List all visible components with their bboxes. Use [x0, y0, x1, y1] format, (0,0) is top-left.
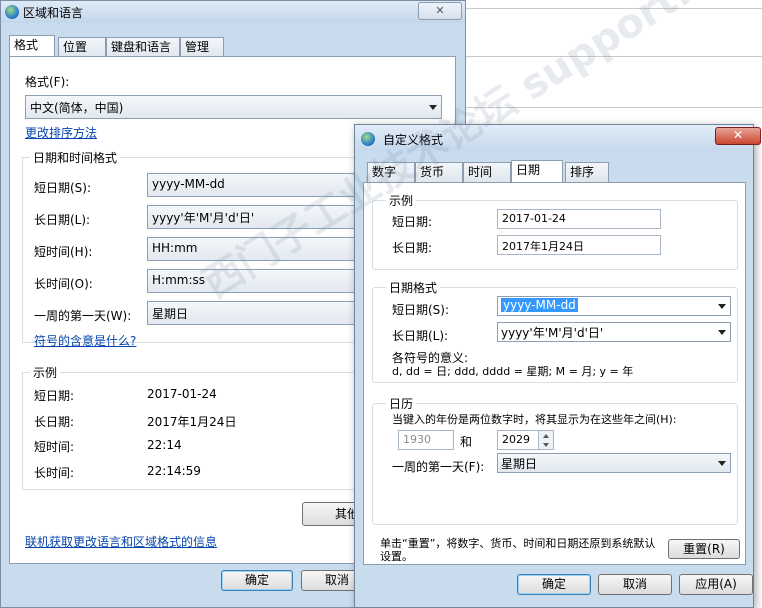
- symbol-meaning-text: d, dd = 日; ddd, dddd = 星期; M = 月; y = 年: [392, 365, 634, 378]
- title-bar: 自定义格式 ✕: [355, 125, 761, 151]
- and-label: 和: [460, 435, 473, 449]
- example-short-date-label: 短日期:: [392, 215, 433, 229]
- tab-location[interactable]: 位置: [58, 37, 106, 57]
- short-date-value: yyyy-MM-dd: [152, 177, 225, 191]
- example-short-date-value: 2017-01-24: [147, 387, 217, 401]
- chevron-down-icon[interactable]: [718, 461, 726, 466]
- dialog-title: 区域和语言: [23, 6, 84, 20]
- example-short-time-label: 短时间:: [34, 440, 75, 454]
- first-day-value: 星期日: [152, 307, 189, 321]
- short-date-combo[interactable]: yyyy-MM-dd: [497, 296, 731, 316]
- change-sort-link[interactable]: 更改排序方法: [25, 124, 97, 141]
- cancel-button[interactable]: 取消: [598, 574, 672, 595]
- customize-format-dialog: 自定义格式 ✕ 数字 货币 时间 日期 排序 示例 短日期: 2017-01-2…: [354, 124, 761, 608]
- tab-date[interactable]: 日期: [511, 160, 563, 182]
- year-from-field: 1930: [398, 430, 454, 450]
- tab-time[interactable]: 时间: [463, 162, 511, 182]
- long-time-value: H:mm:ss: [152, 273, 205, 287]
- format-value: 中文(简体，中国): [30, 101, 124, 115]
- title-bar: 区域和语言 ✕: [1, 1, 465, 23]
- example-short-date-field: 2017-01-24: [497, 209, 661, 229]
- short-date-value[interactable]: yyyy-MM-dd: [501, 298, 578, 312]
- long-time-label: 长时间(O):: [34, 277, 93, 291]
- chevron-down-icon[interactable]: [718, 304, 726, 309]
- tab-admin[interactable]: 管理: [180, 37, 224, 57]
- short-date-label: 短日期(S):: [34, 181, 92, 195]
- short-date-label: 短日期(S):: [392, 303, 450, 317]
- tab-numbers[interactable]: 数字: [367, 162, 415, 182]
- apply-button[interactable]: 应用(A): [679, 574, 753, 595]
- short-time-value: HH:mm: [152, 241, 198, 255]
- globe-icon: [5, 5, 19, 19]
- long-date-label: 长日期(L):: [34, 213, 91, 227]
- tab-keyboards[interactable]: 键盘和语言: [106, 37, 180, 57]
- first-day-label: 一周的第一天(F):: [392, 460, 485, 474]
- example-long-time-label: 长时间:: [34, 466, 75, 480]
- example-short-time-value: 22:14: [147, 438, 182, 452]
- year-to-field[interactable]: 2029: [497, 430, 539, 450]
- reset-button[interactable]: 重置(R): [668, 539, 740, 559]
- ok-button[interactable]: 确定: [517, 574, 591, 595]
- close-button[interactable]: ✕: [715, 127, 761, 145]
- ok-button[interactable]: 确定: [221, 570, 293, 591]
- example-group-title: 示例: [30, 364, 61, 381]
- tab-format[interactable]: 格式: [9, 35, 55, 57]
- long-date-label: 长日期(L):: [392, 329, 449, 343]
- long-date-value: yyyy'年'M'月'd'日': [152, 211, 255, 225]
- example-short-date-label: 短日期:: [34, 389, 75, 403]
- example-long-date-label: 长日期:: [34, 415, 75, 429]
- dialog-title: 自定义格式: [383, 133, 444, 147]
- short-time-label: 短时间(H):: [34, 245, 93, 259]
- year-spinner[interactable]: [538, 430, 554, 450]
- first-day-label: 一周的第一天(W):: [34, 309, 132, 323]
- long-date-value: yyyy'年'M'月'd'日': [501, 326, 604, 340]
- format-select[interactable]: 中文(简体，中国): [25, 95, 442, 119]
- example-long-date-label: 长日期:: [392, 241, 433, 255]
- online-info-link[interactable]: 联机获取更改语言和区域格式的信息: [25, 533, 217, 550]
- first-day-combo[interactable]: 星期日: [497, 453, 731, 473]
- close-button[interactable]: ✕: [418, 2, 462, 20]
- chevron-down-icon[interactable]: [718, 330, 726, 335]
- example-long-time-value: 22:14:59: [147, 464, 201, 478]
- first-day-value: 星期日: [501, 457, 538, 471]
- example-long-date-field: 2017年1月24日: [497, 235, 661, 255]
- symbols-meaning-link[interactable]: 符号的含意是什么?: [34, 332, 136, 349]
- calendar-group-title: 日历: [386, 395, 417, 412]
- date-format-group-title: 日期格式: [386, 279, 441, 296]
- globe-icon: [361, 132, 375, 146]
- date-panel: 示例 短日期: 2017-01-24 长日期: 2017年1月24日 日期格式 …: [363, 182, 746, 565]
- tab-currency[interactable]: 货币: [415, 162, 463, 182]
- chevron-down-icon: [429, 105, 437, 110]
- datetime-group-title: 日期和时间格式: [30, 149, 121, 166]
- example-group-title: 示例: [386, 192, 417, 209]
- format-label: 格式(F):: [25, 75, 70, 89]
- reset-description: 单击“重置”，将数字、货币、时间和日期还原到系统默认设置。: [380, 537, 656, 563]
- tab-sort[interactable]: 排序: [565, 162, 609, 182]
- long-date-combo[interactable]: yyyy'年'M'月'd'日': [497, 322, 731, 342]
- calendar-description: 当键入的年份是两位数字时，将其显示为在这些年之间(H):: [392, 413, 677, 426]
- example-long-date-value: 2017年1月24日: [147, 415, 237, 429]
